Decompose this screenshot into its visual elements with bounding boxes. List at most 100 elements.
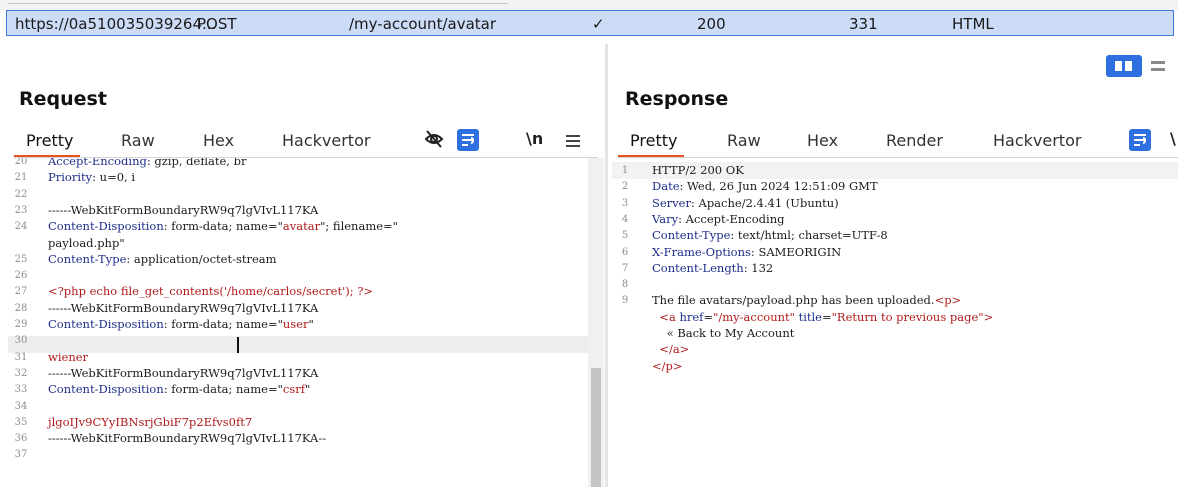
- code-line: Content-Type: text/html; charset=UTF-8: [652, 228, 888, 242]
- request-tab-raw[interactable]: Raw: [121, 128, 155, 158]
- code-text: HTTP/2 200 OK: [652, 163, 744, 177]
- history-status: 200: [697, 15, 726, 33]
- line-number: 32: [14, 367, 28, 379]
- html-tag: </a>: [659, 342, 690, 357]
- code-line: Vary: Accept-Encoding: [652, 212, 784, 226]
- html-tag: >: [983, 309, 994, 324]
- response-tab-hackvertor[interactable]: Hackvertor: [993, 128, 1081, 158]
- html-equals: =: [703, 309, 714, 324]
- code-text: ": [305, 382, 311, 397]
- param-name: user: [282, 317, 309, 331]
- request-scrollbar[interactable]: [588, 158, 604, 487]
- html-tag: <a: [659, 309, 676, 324]
- header-name: Content-Disposition: [48, 382, 164, 397]
- response-tab-hex[interactable]: Hex: [807, 128, 838, 158]
- line-number: 8: [621, 279, 629, 291]
- layout-toggle[interactable]: [1106, 55, 1178, 77]
- line-number: 36: [14, 433, 28, 445]
- request-tab-hackvertor[interactable]: Hackvertor: [282, 128, 370, 158]
- response-tab-pretty[interactable]: Pretty: [618, 128, 684, 158]
- pane-divider[interactable]: [605, 44, 608, 487]
- code-text: ------WebKitFormBoundaryRW9q7lgVIvL117KA: [48, 300, 319, 315]
- request-tabs: Pretty Raw Hex Hackvertor: [14, 128, 598, 158]
- code-line: The file avatars/payload.php has been up…: [652, 293, 961, 307]
- line-number: 20: [14, 158, 28, 167]
- body-value: wiener: [48, 349, 89, 364]
- history-check-icon: ✓: [592, 15, 605, 33]
- code-line: ------WebKitFormBoundaryRW9q7lgVIvL117KA: [48, 301, 318, 315]
- request-tab-pretty[interactable]: Pretty: [14, 128, 80, 158]
- code-text: Apache/2.4.41 (Ubuntu): [694, 195, 839, 210]
- line-number: 5: [621, 230, 629, 242]
- history-mime: HTML: [952, 15, 994, 33]
- newline-toggle-icon[interactable]: \: [1170, 129, 1176, 153]
- history-path: /my-account/avatar: [349, 15, 497, 33]
- line-number: 26: [14, 270, 28, 282]
- body-value: jlgoIJv9CYyIBNsrjGbiF7p2Efvs0ft7: [48, 414, 253, 429]
- wrap-lines-icon[interactable]: [457, 129, 479, 151]
- split-layout-icon[interactable]: [1106, 55, 1142, 77]
- code-line: </a>: [652, 342, 689, 356]
- html-tag: <p>: [934, 293, 962, 308]
- code-text: Accept-Encoding: [681, 211, 785, 226]
- line-number: 37: [14, 449, 28, 461]
- code-text: application/octet-stream: [130, 251, 277, 266]
- line-number: 34: [14, 400, 28, 412]
- html-attr-value: "Return to previous page": [831, 309, 984, 324]
- code-text: text/html; charset=UTF-8: [734, 228, 888, 243]
- line-number: 21: [14, 172, 28, 184]
- history-host: https://0a510035039264...: [15, 15, 217, 33]
- line-number: 3: [621, 197, 629, 209]
- header-name: Content-Type: [48, 251, 127, 266]
- response-tab-render[interactable]: Render: [886, 128, 943, 158]
- text-caret: [237, 337, 239, 353]
- code-text: 132: [747, 260, 774, 275]
- header-name: Content-Disposition: [48, 219, 164, 234]
- header-name: Content-Disposition: [48, 317, 164, 331]
- header-name: Content-Length: [652, 260, 744, 275]
- code-line: jlgoIJv9CYyIBNsrjGbiF7p2Efvs0ft7: [48, 415, 252, 429]
- history-strip-edge: [0, 0, 1178, 10]
- newline-toggle-icon[interactable]: \n: [526, 129, 543, 153]
- eye-slash-icon[interactable]: [424, 129, 444, 153]
- request-editor[interactable]: 20 Accept-Encoding: gzip, deflate, br 21 Pr…: [8, 158, 605, 487]
- response-editor[interactable]: 1 HTTP/2 200 OK 2 Date: Wed, 26 Jun 2024 12…: [612, 158, 1178, 487]
- code-text: form-data; name=": [167, 317, 283, 331]
- code-text: Wed, 26 Jun 2024 12:51:09 GMT: [683, 179, 878, 194]
- header-name: Vary: [652, 211, 679, 226]
- wrap-lines-icon[interactable]: [1129, 129, 1151, 151]
- code-line: <?php echo file_get_contents('/home/carl…: [48, 284, 373, 298]
- html-attr: title: [794, 309, 822, 324]
- code-text: form-data; name=": [167, 382, 283, 397]
- header-name: Priority: [48, 170, 93, 185]
- line-number: 23: [14, 204, 28, 216]
- line-number: 30: [14, 335, 28, 347]
- line-number: 22: [14, 188, 28, 200]
- code-line: ------WebKitFormBoundaryRW9q7lgVIvL117KA: [48, 366, 318, 380]
- html-attr-value: "/my-account": [713, 309, 795, 324]
- request-scroll-thumb[interactable]: [591, 368, 601, 487]
- code-line: HTTP/2 200 OK: [652, 163, 744, 177]
- code-text: SAMEORIGIN: [754, 244, 842, 259]
- code-text: u=0, i: [96, 170, 136, 185]
- history-length: 331: [849, 15, 878, 33]
- stacked-layout-icon[interactable]: [1144, 55, 1178, 77]
- code-line: Content-Length: 132: [652, 261, 773, 275]
- code-text: form-data; name=": [167, 219, 283, 234]
- code-line: Content-Disposition: form-data; name="av…: [48, 219, 398, 233]
- line-number: 24: [14, 221, 28, 233]
- code-line: Accept-Encoding: gzip, deflate, br: [48, 158, 246, 168]
- code-line: ------WebKitFormBoundaryRW9q7lgVIvL117KA…: [48, 431, 326, 445]
- header-name: X-Frame-Options: [652, 244, 751, 259]
- current-line-highlight: [8, 336, 588, 353]
- history-method: POST: [197, 15, 237, 33]
- response-tab-raw[interactable]: Raw: [727, 128, 761, 158]
- header-name: Date: [652, 179, 680, 194]
- line-number: 2: [621, 181, 629, 193]
- hamburger-menu-icon[interactable]: [566, 129, 580, 153]
- history-row-selected[interactable]: https://0a510035039264... POST /my-accou…: [6, 10, 1174, 36]
- header-name: Accept-Encoding: [48, 158, 147, 168]
- request-title: Request: [19, 88, 107, 110]
- code-line: « Back to My Account: [652, 326, 795, 340]
- request-tab-hex[interactable]: Hex: [203, 128, 234, 158]
